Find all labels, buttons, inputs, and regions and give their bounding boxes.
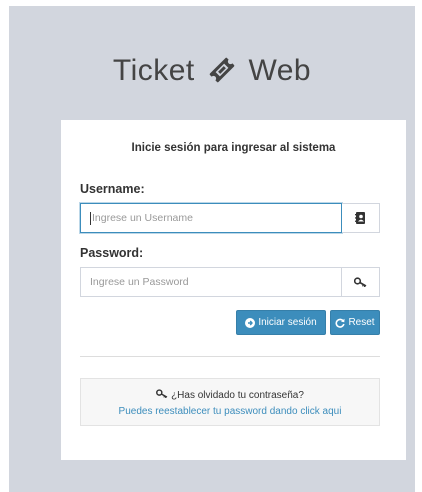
text-caret xyxy=(90,211,91,225)
divider xyxy=(80,356,380,357)
app-logo: Ticket Web xyxy=(9,54,415,91)
ticket-icon xyxy=(208,57,236,91)
logo-text-web: Web xyxy=(248,54,312,87)
username-placeholder: Ingrese un Username xyxy=(92,212,193,224)
login-button-label: Iniciar sesión xyxy=(258,317,317,328)
username-input[interactable]: Ingrese un Username xyxy=(80,203,342,233)
key-icon xyxy=(342,267,380,297)
forgot-question-row: ¿Has olvidado tu contraseña? xyxy=(81,389,379,401)
password-placeholder: Ingrese un Password xyxy=(90,276,189,288)
forgot-password-link[interactable]: Puedes reestablecer tu password dando cl… xyxy=(81,406,379,417)
refresh-icon xyxy=(335,318,346,328)
key-icon xyxy=(156,389,168,401)
forgot-password-panel: ¿Has olvidado tu contraseña? Puedes rees… xyxy=(80,378,380,426)
logo-text-ticket: Ticket xyxy=(112,54,195,87)
reset-button-label: Reset xyxy=(348,317,375,328)
login-box: Inicie sesión para ingresar al sistema U… xyxy=(61,120,406,460)
login-button[interactable]: Iniciar sesión xyxy=(236,310,326,335)
page-background: Ticket Web Inicie sesión para ingresar a… xyxy=(9,6,415,492)
reset-button[interactable]: Reset xyxy=(330,310,380,335)
address-book-icon xyxy=(342,203,380,233)
username-label: Username: xyxy=(80,182,145,196)
password-input[interactable]: Ingrese un Password xyxy=(80,267,342,297)
forgot-question: ¿Has olvidado tu contraseña? xyxy=(171,389,304,401)
arrow-circle-icon xyxy=(245,317,256,328)
password-field-group: Ingrese un Password xyxy=(80,267,380,297)
login-message: Inicie sesión para ingresar al sistema xyxy=(131,142,336,154)
username-field-group: Ingrese un Username xyxy=(80,203,380,233)
password-label: Password: xyxy=(80,246,144,260)
